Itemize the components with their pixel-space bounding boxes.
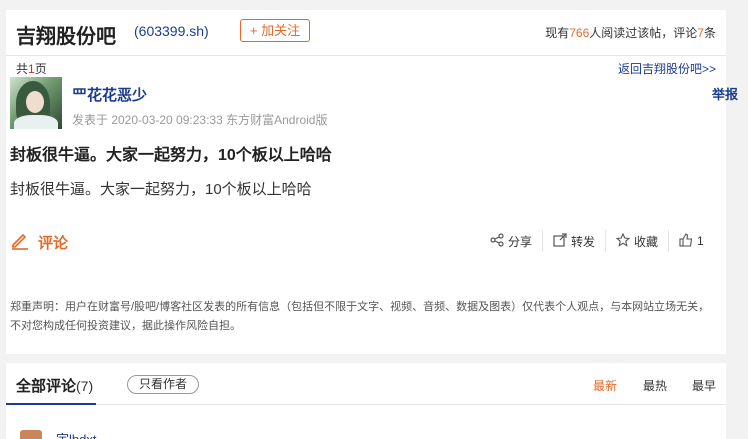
comment-button[interactable]: 评论 xyxy=(10,231,68,253)
repost-label: 转发 xyxy=(571,234,596,249)
sort-newest[interactable]: 最新 xyxy=(593,377,617,394)
author-name[interactable]: 罒花花恶少 xyxy=(72,84,147,105)
back-to-bar-link[interactable]: 返回吉翔股份吧>> xyxy=(618,60,716,77)
stats-suffix: 条 xyxy=(703,26,716,40)
thumbs-up-icon xyxy=(679,232,693,250)
sort-hottest[interactable]: 最热 xyxy=(643,377,667,394)
post-actions: 分享 转发 收藏 1 xyxy=(480,230,714,252)
post-header: 吉翔股份吧 (603399.sh) + 加关注 现有766人阅读过该帖，评论7条 xyxy=(6,10,726,56)
author-avatar[interactable] xyxy=(10,77,62,129)
post-body: 封板很牛逼。大家一起努力，10个板以上哈哈 xyxy=(10,181,312,198)
pages-number: 1 xyxy=(28,62,35,76)
post-title: 封板很牛逼。大家一起努力，10个板以上哈哈 xyxy=(10,147,332,164)
stock-code[interactable]: (603399.sh) xyxy=(134,23,209,39)
like-button[interactable]: 1 xyxy=(669,230,714,252)
repost-button[interactable]: 转发 xyxy=(543,230,607,252)
favorite-button[interactable]: 收藏 xyxy=(606,230,670,252)
read-stats: 现有766人阅读过该帖，评论7条 xyxy=(545,24,716,41)
active-tab-underline xyxy=(6,403,96,405)
author-only-button[interactable]: 只看作者 xyxy=(127,375,199,394)
disclaimer: 郑重声明：用户在财富号/股吧/博客社区发表的所有信息（包括但不限于文字、视频、音… xyxy=(10,301,710,332)
reader-count: 766 xyxy=(569,26,590,40)
share-label: 分享 xyxy=(508,234,533,249)
repost-icon xyxy=(553,232,567,250)
all-comments-count: (7) xyxy=(76,378,94,394)
post-meta: 发表于 2020-03-20 09:23:33 东方财富Android版 xyxy=(72,113,328,127)
like-count: 1 xyxy=(697,234,704,248)
all-comments-tab[interactable]: 全部评论(7) xyxy=(16,375,93,396)
comments-divider xyxy=(6,404,726,405)
avatar-face xyxy=(26,91,44,113)
commenter-avatar[interactable] xyxy=(20,430,42,439)
pages-prefix: 共 xyxy=(16,62,29,76)
stats-prefix: 现有 xyxy=(545,26,570,40)
page-info-row: 共1页 返回吉翔股份吧>> xyxy=(6,56,726,78)
report-button[interactable]: 举报 xyxy=(712,84,738,103)
comment-count: 7 xyxy=(697,26,704,40)
follow-button[interactable]: + 加关注 xyxy=(240,19,310,42)
favorite-label: 收藏 xyxy=(634,234,659,249)
share-button[interactable]: 分享 xyxy=(480,230,544,252)
pencil-icon xyxy=(10,230,30,255)
page-count: 共1页 xyxy=(16,60,47,77)
comment-label: 评论 xyxy=(38,234,69,252)
commenter-name[interactable]: 宇lbdxt xyxy=(56,429,96,439)
stats-mid: 人阅读过该帖，评论 xyxy=(589,26,698,40)
share-icon xyxy=(490,232,504,250)
avatar-robe xyxy=(14,115,58,129)
comments-section: 全部评论(7) 只看作者 最新 最热 最早 宇lbdxt xyxy=(6,363,726,439)
star-icon xyxy=(615,232,631,250)
pages-suffix: 页 xyxy=(34,62,47,76)
sort-earliest[interactable]: 最早 xyxy=(692,377,716,394)
all-comments-label: 全部评论 xyxy=(16,378,77,395)
bar-title[interactable]: 吉翔股份吧 xyxy=(16,20,116,49)
